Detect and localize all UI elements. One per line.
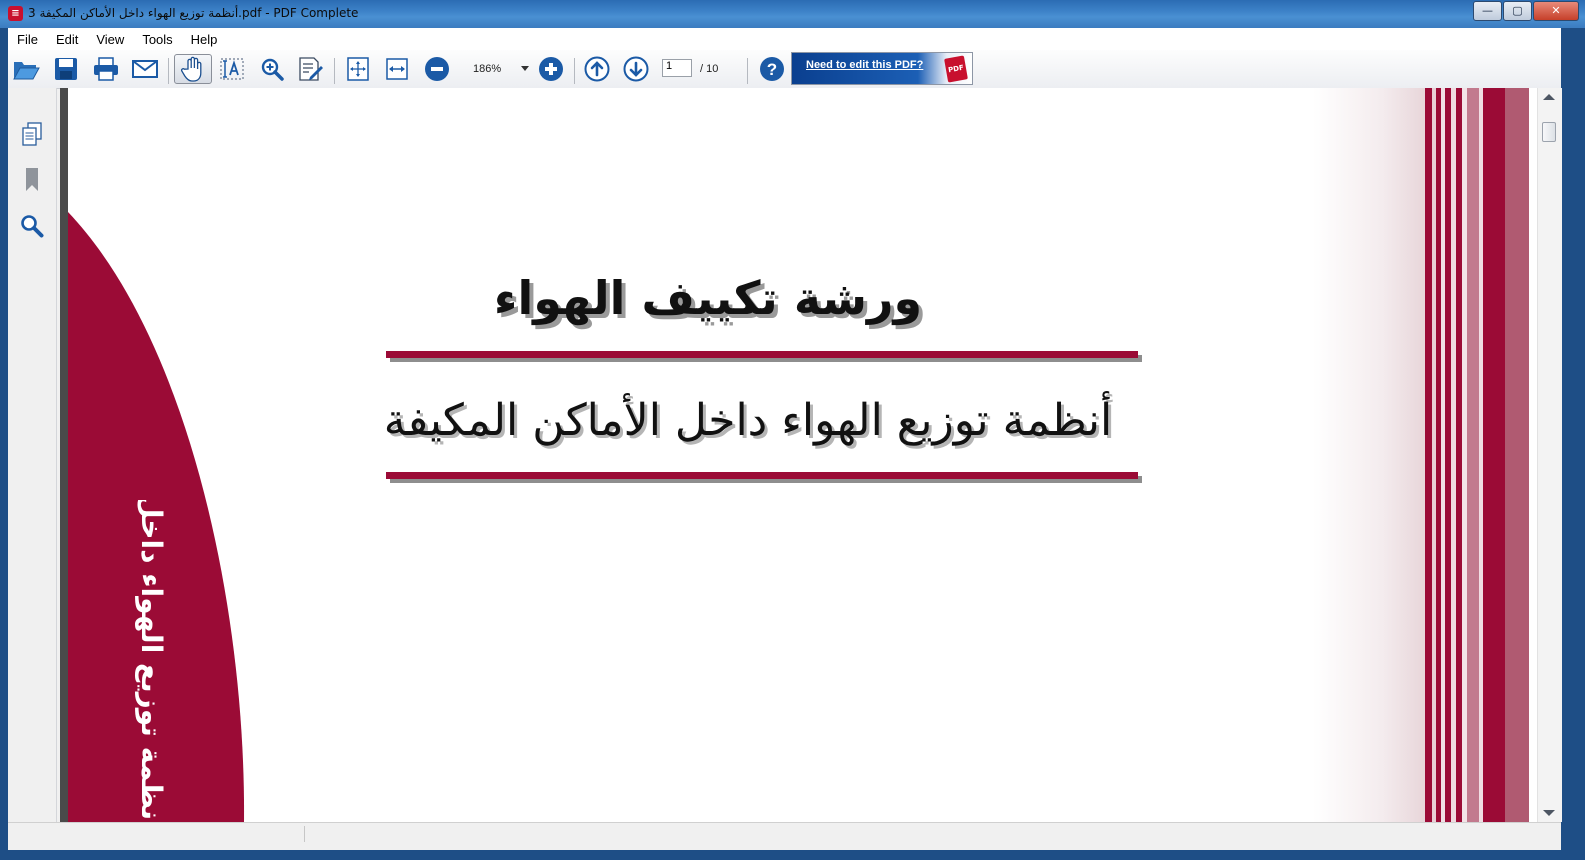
decorative-gradient bbox=[1313, 88, 1428, 822]
print-icon bbox=[94, 57, 118, 81]
window-controls: — ▢ ✕ bbox=[1473, 1, 1579, 21]
help-button[interactable]: ? bbox=[756, 54, 788, 84]
svg-text:?: ? bbox=[767, 60, 777, 79]
close-button[interactable]: ✕ bbox=[1533, 1, 1579, 21]
save-button[interactable] bbox=[50, 54, 82, 84]
app-icon: ≡ bbox=[8, 6, 23, 21]
fit-page-button[interactable] bbox=[342, 54, 374, 84]
title-rule-bottom bbox=[386, 472, 1138, 479]
scroll-down-icon[interactable] bbox=[1543, 810, 1555, 816]
open-button[interactable] bbox=[10, 54, 42, 84]
select-text-button[interactable] bbox=[216, 54, 248, 84]
help-icon: ? bbox=[760, 57, 784, 81]
toolbar: 186% 1 / 10 ? Need to edit this PDF? PDF bbox=[8, 50, 1561, 89]
menu-bar: File Edit View Tools Help bbox=[8, 28, 1561, 50]
status-divider bbox=[304, 826, 305, 842]
zoom-tool-button[interactable] bbox=[256, 54, 288, 84]
arrow-down-circle-icon bbox=[623, 56, 649, 82]
menu-edit[interactable]: Edit bbox=[47, 32, 87, 47]
decorative-arc bbox=[68, 212, 245, 822]
magnifier-plus-icon bbox=[261, 58, 284, 81]
edit-pdf-link[interactable]: Need to edit this PDF? bbox=[806, 59, 923, 71]
side-panel bbox=[8, 88, 57, 822]
maximize-button[interactable]: ▢ bbox=[1503, 1, 1532, 21]
window-title: أنظمة توزيع الهواء داخل الأماكن المكيفة … bbox=[28, 6, 359, 20]
plus-circle-icon bbox=[539, 57, 563, 81]
app-client: File Edit View Tools Help 186% 1 / 10 ? … bbox=[8, 28, 1562, 850]
print-button[interactable] bbox=[90, 54, 122, 84]
vertical-title: أنظمة توزيع الهواء داخل ا bbox=[135, 500, 168, 822]
menu-view[interactable]: View bbox=[87, 32, 133, 47]
edit-text-button[interactable] bbox=[295, 54, 327, 84]
vertical-scrollbar[interactable] bbox=[1537, 88, 1562, 822]
document-title: ورشة تكييف الهواء bbox=[493, 271, 923, 325]
toolbar-separator bbox=[574, 58, 575, 84]
hand-icon bbox=[181, 56, 202, 82]
zoom-dropdown-icon[interactable] bbox=[521, 66, 529, 71]
search-panel-button[interactable] bbox=[18, 212, 46, 240]
zoom-level[interactable]: 186% bbox=[473, 63, 501, 75]
zoom-out-button[interactable] bbox=[421, 54, 453, 84]
fit-width-button[interactable] bbox=[381, 54, 413, 84]
scroll-thumb[interactable] bbox=[1542, 122, 1556, 142]
decorative-stripes bbox=[1425, 88, 1537, 822]
arrow-up-circle-icon bbox=[584, 56, 610, 82]
minimize-button[interactable]: — bbox=[1473, 1, 1502, 21]
bookmarks-panel-button[interactable] bbox=[18, 166, 46, 194]
toolbar-separator bbox=[334, 58, 335, 84]
folder-open-icon bbox=[13, 62, 40, 80]
scroll-up-icon[interactable] bbox=[1543, 94, 1555, 100]
toolbar-separator bbox=[747, 58, 748, 84]
document-viewport[interactable]: أنظمة توزيع الهواء داخل ا ورشة تكييف اله… bbox=[60, 88, 1537, 822]
email-button[interactable] bbox=[129, 54, 161, 84]
bookmark-icon bbox=[26, 168, 38, 191]
previous-page-button[interactable] bbox=[581, 54, 613, 84]
fit-width-icon bbox=[386, 58, 408, 80]
hand-tool-button[interactable] bbox=[174, 54, 212, 84]
text-select-icon bbox=[220, 58, 244, 80]
document-subtitle: أنظمة توزيع الهواء داخل الأماكن المكيفة bbox=[383, 395, 1113, 446]
menu-file[interactable]: File bbox=[8, 32, 47, 47]
title-bar: ≡ أنظمة توزيع الهواء داخل الأماكن المكيف… bbox=[0, 0, 1585, 28]
page-shadow bbox=[60, 88, 68, 822]
zoom-in-button[interactable] bbox=[535, 54, 567, 84]
search-icon bbox=[21, 215, 44, 238]
fit-page-icon bbox=[347, 57, 369, 81]
minus-circle-icon bbox=[425, 57, 449, 81]
toolbar-separator bbox=[168, 58, 169, 84]
pages-icon bbox=[22, 122, 42, 146]
pdf-page: أنظمة توزيع الهواء داخل ا ورشة تكييف اله… bbox=[68, 88, 1537, 822]
title-rule-top bbox=[386, 351, 1138, 358]
menu-help[interactable]: Help bbox=[182, 32, 227, 47]
envelope-icon bbox=[132, 60, 158, 78]
edit-pdf-banner[interactable]: Need to edit this PDF? PDF bbox=[791, 52, 973, 85]
document-edit-icon bbox=[299, 57, 323, 81]
menu-tools[interactable]: Tools bbox=[133, 32, 181, 47]
status-bar bbox=[8, 822, 1561, 845]
pages-panel-button[interactable] bbox=[18, 120, 46, 148]
next-page-button[interactable] bbox=[620, 54, 652, 84]
pdf-file-icon: PDF bbox=[944, 55, 968, 83]
page-total: / 10 bbox=[700, 63, 719, 75]
save-icon bbox=[55, 58, 77, 80]
page-number-input[interactable]: 1 bbox=[662, 59, 692, 77]
